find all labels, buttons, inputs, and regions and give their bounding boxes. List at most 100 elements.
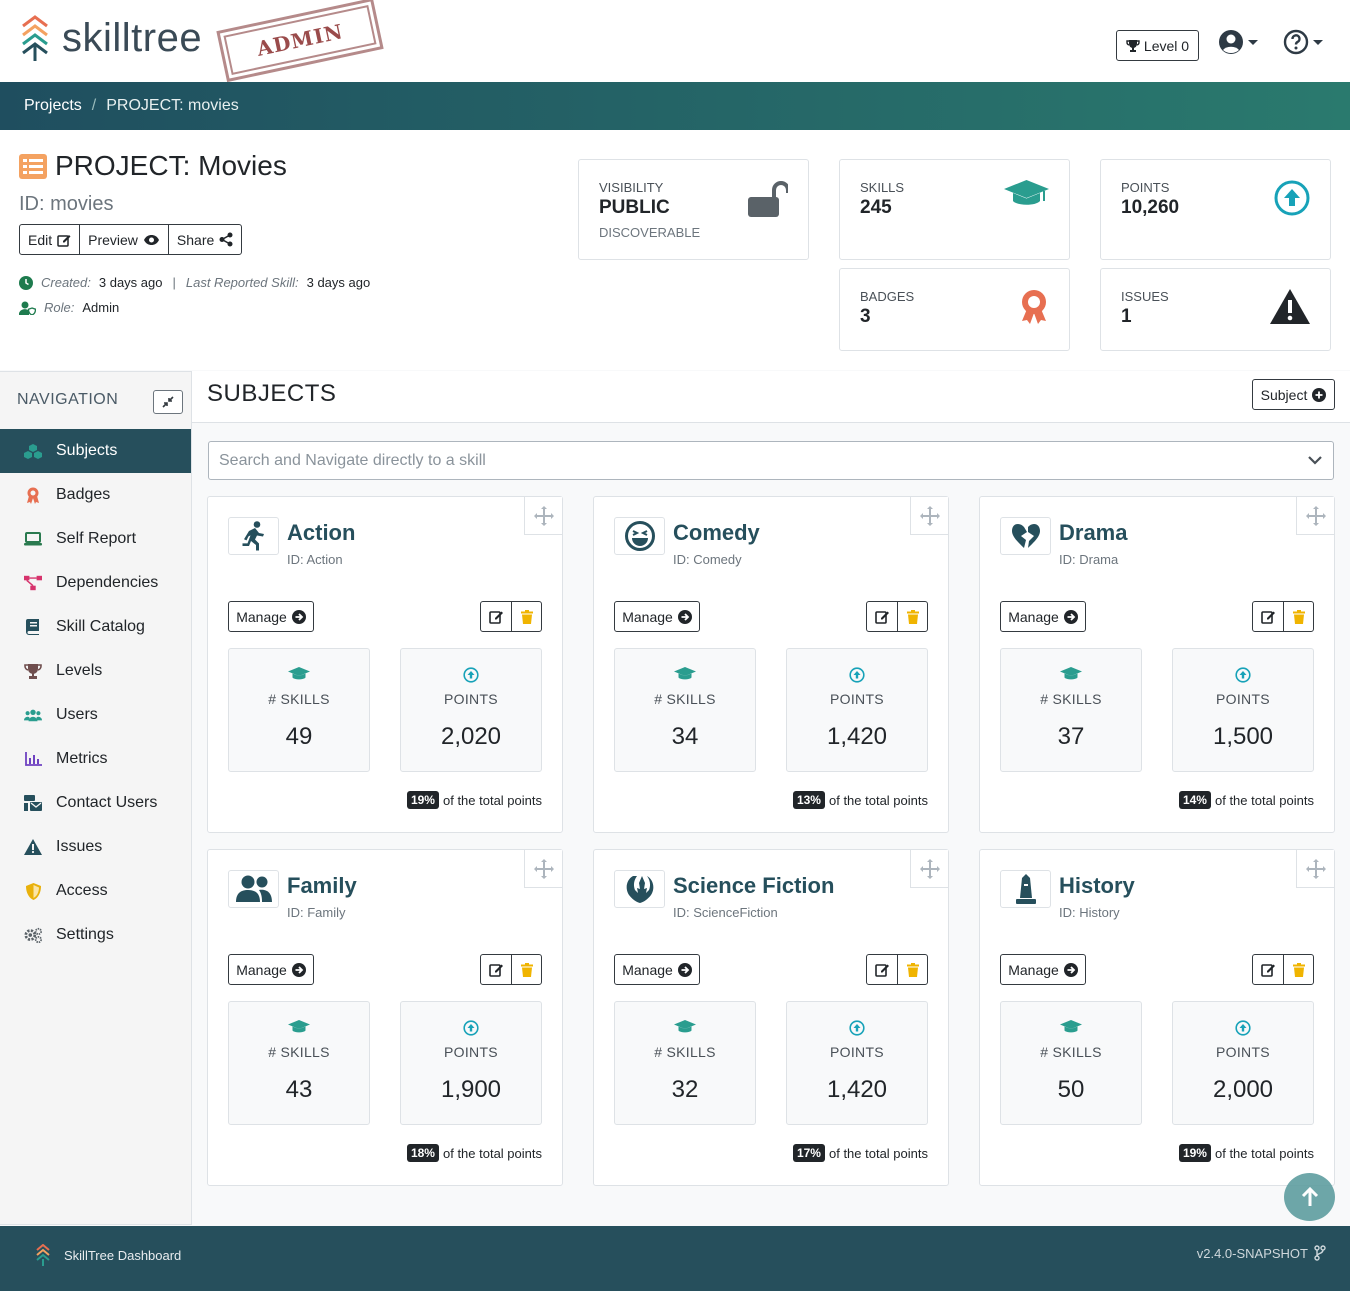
arrow-circle-up-icon [1274,180,1310,216]
sidebar-item-badges[interactable]: Badges [0,473,191,517]
drag-handle[interactable] [910,497,948,535]
sidebar-item-dependencies[interactable]: Dependencies [0,561,191,605]
share-project-button[interactable]: Share [167,224,243,255]
drag-handle[interactable] [524,850,562,888]
edit-subject-button[interactable] [866,601,898,632]
arrows-alt-icon [1305,505,1326,526]
points-percentage: 19% of the total points [1178,1144,1314,1162]
sidebar-item-label: Skill Catalog [56,618,145,635]
sidebar-item-levels[interactable]: Levels [0,649,191,693]
arrow-circle-up-icon [849,667,865,683]
points-count: 2,000 [1212,1076,1274,1103]
delete-subject-button[interactable] [897,954,928,985]
edit-subject-button[interactable] [1252,954,1284,985]
arrow-up-icon [1301,1187,1318,1206]
edit-icon [874,964,889,977]
delete-subject-button[interactable] [1283,601,1314,632]
add-subject-button[interactable]: Subject [1252,379,1335,410]
sidebar-item-access[interactable]: Access [0,869,191,913]
clock-icon [19,275,33,290]
manage-subject-button[interactable]: Manage [228,954,314,985]
delete-subject-button[interactable] [897,601,928,632]
subject-name[interactable]: Science Fiction [673,873,834,899]
skilltree-logo[interactable]: skilltree [20,14,202,62]
user-menu[interactable] [1218,29,1258,55]
user-circle-icon [1219,30,1243,54]
edit-subject-button[interactable] [866,954,898,985]
trash-icon [520,609,533,624]
sidebar-item-skill-catalog[interactable]: Skill Catalog [0,605,191,649]
graduation-cap-icon [288,667,310,680]
breadcrumb-projects-link[interactable]: Projects [24,97,82,115]
footer-version: v2.4.0-SNAPSHOT [1197,1245,1326,1261]
sidebar-item-self-report[interactable]: Self Report [0,517,191,561]
subject-name[interactable]: History [1059,873,1135,899]
manage-subject-button[interactable]: Manage [614,601,700,632]
sidebar-item-subjects[interactable]: Subjects [0,429,191,473]
graduation-cap-icon [1060,1020,1082,1033]
manage-subject-button[interactable]: Manage [1000,601,1086,632]
skill-search-input[interactable]: Search and Navigate directly to a skill [208,441,1334,480]
manage-subject-button[interactable]: Manage [228,601,314,632]
trash-icon [906,609,919,624]
skills-card: SKILLS 245 [839,159,1070,260]
search-placeholder: Search and Navigate directly to a skill [219,451,486,469]
subject-name[interactable]: Action [287,520,355,546]
drag-handle[interactable] [524,497,562,535]
drag-handle[interactable] [1296,497,1334,535]
sidebar-item-label: Badges [56,486,111,503]
points-box: POINTS 1,900 [400,1001,542,1125]
manage-subject-button[interactable]: Manage [614,954,700,985]
delete-subject-button[interactable] [1283,954,1314,985]
delete-subject-button[interactable] [511,954,542,985]
project-role: Role: Admin [19,300,119,315]
drag-handle[interactable] [910,850,948,888]
sidebar-item-users[interactable]: Users [0,693,191,737]
arrow-circle-right-icon [677,962,692,977]
sidebar-item-settings[interactable]: Settings [0,913,191,957]
sidebar-item-label: Issues [56,838,103,855]
edit-subject-button[interactable] [1252,601,1284,632]
tree-logo-icon [36,1244,50,1266]
sidebar-item-issues[interactable]: Issues [0,825,191,869]
sidebar-item-contact-users[interactable]: Contact Users [0,781,191,825]
subject-card-comedy: Comedy ID: Comedy Manage # SKILLS 34 POI… [593,496,949,833]
subject-id: ID: Drama [1059,552,1119,567]
arrow-circle-up-icon [1235,667,1251,683]
preview-project-button[interactable]: Preview [79,224,169,255]
admin-stamp: ADMIN [216,0,384,83]
running-icon [228,517,279,555]
project-action-buttons: Edit Preview Share [19,224,243,255]
collapse-navigation-button[interactable] [153,390,183,414]
badges-card: BADGES 3 [839,268,1070,351]
scroll-to-top-button[interactable] [1284,1173,1335,1221]
subject-name[interactable]: Comedy [673,520,760,546]
percentage-badge: 19% [406,791,439,809]
drag-handle[interactable] [1296,850,1334,888]
skills-count: 43 [285,1076,313,1103]
help-menu[interactable] [1283,29,1323,55]
user-shield-icon [19,301,36,315]
delete-subject-button[interactable] [511,601,542,632]
edit-icon [57,234,71,247]
eye-icon [143,234,159,245]
footer-brand: SkillTree Dashboard [36,1244,181,1266]
subject-name[interactable]: Drama [1059,520,1127,546]
edit-project-button[interactable]: Edit [19,224,81,255]
points-box: POINTS 2,000 [1172,1001,1314,1125]
subject-name[interactable]: Family [287,873,357,899]
level-button[interactable]: Level 0 [1116,30,1199,61]
footer: SkillTree Dashboard v2.4.0-SNAPSHOT [0,1226,1350,1291]
points-percentage: 17% of the total points [792,1144,928,1162]
manage-subject-button[interactable]: Manage [1000,954,1086,985]
code-branch-icon [1314,1245,1326,1261]
points-box: POINTS 1,420 [786,648,928,772]
arrow-circle-up-icon [463,1020,479,1036]
project-header: PROJECT: Movies ID: movies Edit Preview … [0,130,1350,370]
sidebar-navigation: NAVIGATION Subjects Badges Self Report Depe… [0,371,192,1225]
sidebar-item-metrics[interactable]: Metrics [0,737,191,781]
arrow-circle-right-icon [1063,609,1078,624]
edit-subject-button[interactable] [480,954,512,985]
points-percentage: 19% of the total points [406,791,542,809]
edit-subject-button[interactable] [480,601,512,632]
